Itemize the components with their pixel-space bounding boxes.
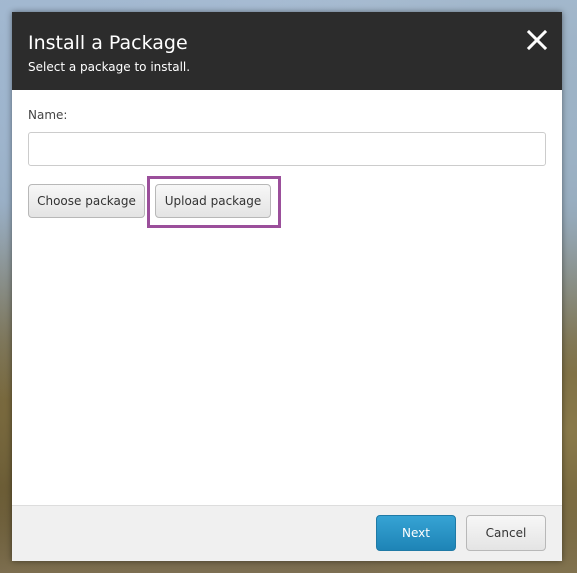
install-package-dialog: Install a Package Select a package to in…: [12, 12, 562, 561]
dialog-header: Install a Package Select a package to in…: [12, 12, 562, 90]
upload-package-button[interactable]: Upload package: [155, 184, 271, 218]
dialog-footer: Next Cancel: [12, 505, 562, 561]
next-button[interactable]: Next: [376, 515, 456, 551]
choose-package-button[interactable]: Choose package: [28, 184, 145, 218]
name-label: Name:: [28, 108, 68, 122]
close-button[interactable]: [526, 29, 548, 51]
dialog-body: Name: Choose package Upload package: [12, 90, 562, 505]
close-icon: [526, 29, 548, 51]
dialog-subtitle: Select a package to install.: [28, 60, 191, 74]
name-input[interactable]: [28, 132, 546, 166]
dialog-title: Install a Package: [28, 32, 188, 54]
cancel-button[interactable]: Cancel: [466, 515, 546, 551]
